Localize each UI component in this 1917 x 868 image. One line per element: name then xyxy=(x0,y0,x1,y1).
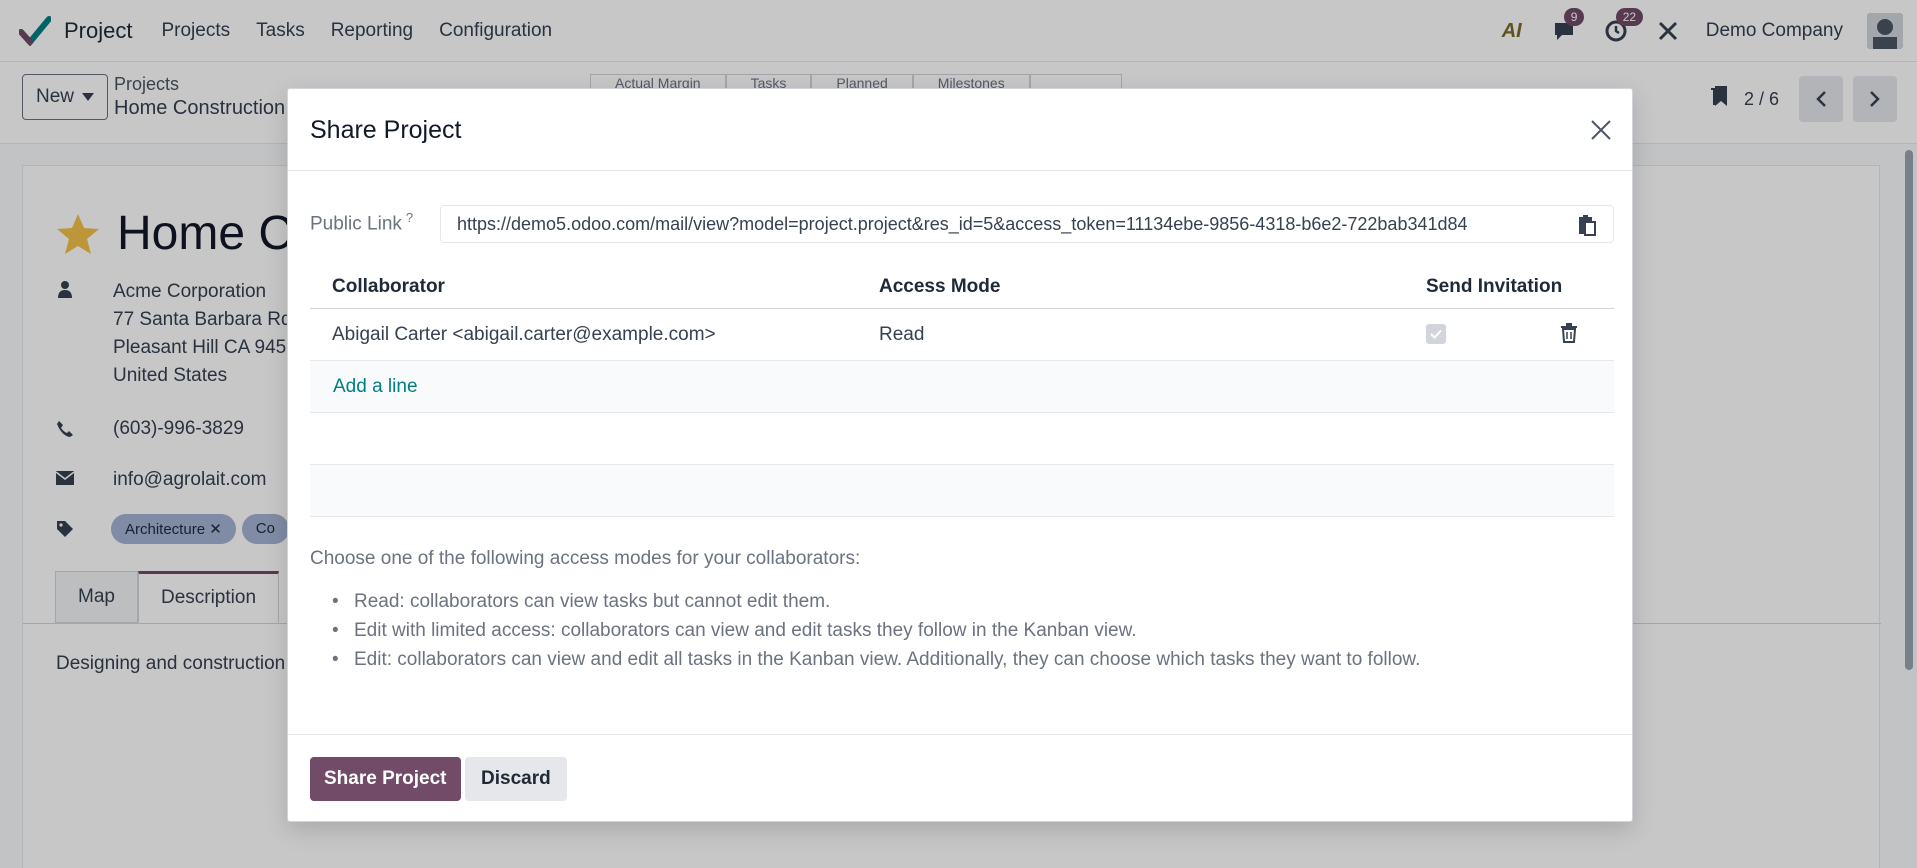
access-modes-list: Read: collaborators can view tasks but c… xyxy=(332,587,1420,674)
public-link-value[interactable]: https://demo5.odoo.com/mail/view?model=p… xyxy=(457,214,1567,235)
public-link-label-text: Public Link xyxy=(310,213,402,235)
add-line-link[interactable]: Add a line xyxy=(333,376,418,398)
empty-row xyxy=(310,465,1614,517)
column-collaborator[interactable]: Collaborator xyxy=(332,276,445,298)
checkmark-icon xyxy=(1430,329,1442,339)
delete-row-button[interactable] xyxy=(1560,323,1580,345)
close-icon xyxy=(1591,120,1611,140)
trash-icon xyxy=(1561,323,1577,343)
public-link-field[interactable]: https://demo5.odoo.com/mail/view?model=p… xyxy=(440,205,1614,243)
column-access-mode[interactable]: Access Mode xyxy=(879,276,1000,298)
dialog-footer: Share Project Discard xyxy=(288,734,1632,823)
collaborators-table: Collaborator Access Mode Send Invitation… xyxy=(310,267,1614,517)
access-modes-intro: Choose one of the following access modes… xyxy=(310,548,861,569)
help-tooltip-icon[interactable]: ? xyxy=(406,210,413,225)
send-invitation-checkbox[interactable] xyxy=(1426,324,1446,344)
access-mode-read-help: Read: collaborators can view tasks but c… xyxy=(332,587,1420,616)
share-project-dialog: Share Project Public Link? https://demo5… xyxy=(287,88,1633,822)
table-header: Collaborator Access Mode Send Invitation xyxy=(310,267,1614,309)
copy-link-button[interactable] xyxy=(1577,214,1599,236)
public-link-label: Public Link? xyxy=(310,210,413,235)
close-button[interactable] xyxy=(1586,115,1616,145)
clipboard-icon xyxy=(1579,215,1596,236)
table-row[interactable]: Abigail Carter <abigail.carter@example.c… xyxy=(310,309,1614,361)
access-mode-limited-help: Edit with limited access: collaborators … xyxy=(332,616,1420,645)
add-line-row: Add a line xyxy=(310,361,1614,413)
access-mode-cell[interactable]: Read xyxy=(879,324,924,346)
empty-row xyxy=(310,413,1614,465)
dialog-title: Share Project xyxy=(310,116,462,144)
access-mode-edit-help: Edit: collaborators can view and edit al… xyxy=(332,645,1420,674)
share-project-button[interactable]: Share Project xyxy=(310,757,461,801)
collaborator-cell[interactable]: Abigail Carter <abigail.carter@example.c… xyxy=(332,324,716,346)
column-send-invitation[interactable]: Send Invitation xyxy=(1426,276,1562,298)
discard-button[interactable]: Discard xyxy=(465,757,567,801)
dialog-header: Share Project xyxy=(288,89,1632,171)
